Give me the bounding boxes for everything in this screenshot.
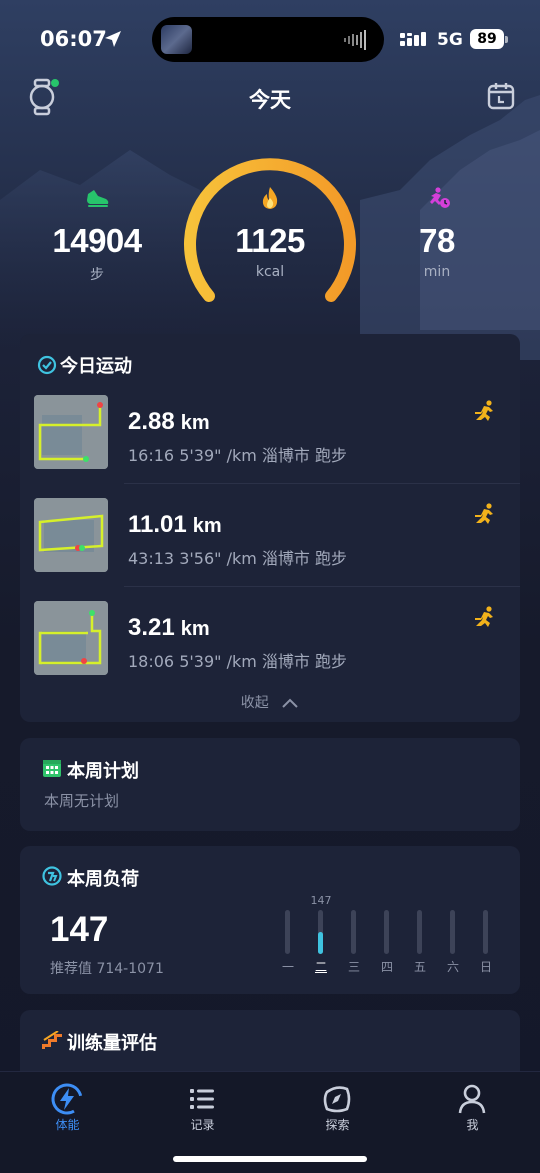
weekly-load-card[interactable]: 本周负荷 147 推荐值 714-1071 一 147 二 三 四 五 六 日 <box>20 846 520 994</box>
dynamic-island[interactable] <box>152 17 384 62</box>
volume-title: 训练量评估 <box>67 1033 157 1054</box>
location-arrow-icon <box>105 31 121 47</box>
load-day-label: 三 <box>347 960 360 974</box>
distance-value: 2.88 <box>128 408 175 435</box>
steps-unit: 步 <box>90 267 104 283</box>
page-title: 今天 <box>249 88 291 112</box>
load-day-label: 五 <box>413 960 426 974</box>
tab-label: 探索 <box>325 1118 350 1132</box>
distance-unit: km <box>192 515 222 537</box>
calories-unit: kcal <box>255 264 285 280</box>
load-bar-value-label: 147 <box>310 894 332 907</box>
check-circle-icon <box>37 355 57 375</box>
load-bar-track <box>450 910 455 954</box>
battery-indicator: 89 <box>470 29 504 49</box>
load-bar-track <box>318 910 323 954</box>
status-time: 06:07 <box>40 27 107 51</box>
tab-me[interactable]: 我 <box>405 1072 540 1142</box>
network-type: 5G <box>437 30 463 50</box>
load-bar-fill <box>318 932 323 954</box>
distance-value: 11.01 <box>128 511 187 538</box>
collapse-label: 收起 <box>240 695 269 711</box>
load-day-label: 二 <box>314 960 327 974</box>
route-map-thumbnail <box>34 498 108 572</box>
home-indicator[interactable] <box>173 1156 367 1162</box>
lightning-circle-icon <box>51 1083 83 1115</box>
activity-item[interactable]: 2.88 km 16:16 5'39" /km 淄博市 跑步 <box>20 386 520 486</box>
load-title: 本周负荷 <box>67 869 139 890</box>
compass-icon <box>323 1086 351 1113</box>
tab-fitness[interactable]: 体能 <box>0 1072 135 1142</box>
tab-label: 体能 <box>55 1118 80 1132</box>
weekly-plan-card[interactable]: 本周计划 本周无计划 <box>20 738 520 831</box>
cellular-signal-icon <box>400 32 426 46</box>
load-recommend: 推荐值 714-1071 <box>50 961 164 977</box>
minutes-unit: min <box>423 264 451 280</box>
activity-item[interactable]: 11.01 km 43:13 3'56" /km 淄博市 跑步 <box>20 489 520 589</box>
load-day-label: 六 <box>446 960 459 974</box>
tab-explore[interactable]: 探索 <box>270 1072 405 1142</box>
list-icon <box>190 1089 214 1109</box>
route-map-thumbnail <box>34 601 108 675</box>
activity-distance: 2.88 km <box>128 408 210 436</box>
plan-empty-text: 本周无计划 <box>44 792 120 810</box>
activity-distance: 11.01 km <box>128 511 222 539</box>
weekly-load-chart: 一 147 二 三 四 五 六 日 <box>275 890 500 980</box>
today-activities-card: 今日运动 2.88 km 16:16 5'39" /km 淄博市 跑步 11.01… <box>20 334 520 722</box>
tab-label: 我 <box>466 1118 479 1132</box>
now-playing-artwork <box>161 25 192 54</box>
activity-meta: 43:13 3'56" /km 淄博市 跑步 <box>128 549 347 568</box>
load-day-label: 一 <box>281 960 294 974</box>
calendar-grid-icon <box>43 760 61 777</box>
steps-value: 14904 <box>52 222 142 259</box>
audio-wave-icon <box>344 30 366 50</box>
running-icon <box>475 606 493 627</box>
distance-unit: km <box>180 412 210 434</box>
calendar-icon[interactable] <box>486 81 516 111</box>
plan-title: 本周计划 <box>67 761 139 782</box>
battery-tip <box>505 36 508 43</box>
user-icon <box>458 1084 486 1114</box>
collapse-button[interactable]: 收起 <box>20 692 520 712</box>
load-bar-track <box>285 910 290 954</box>
activity-meta: 18:06 5'39" /km 淄博市 跑步 <box>128 652 347 671</box>
divider <box>124 586 520 587</box>
load-day-label: 日 <box>479 960 492 974</box>
load-bar-track <box>417 910 422 954</box>
load-day-label: 四 <box>380 960 393 974</box>
running-icon <box>475 400 493 421</box>
flame-icon <box>262 187 278 209</box>
tab-records[interactable]: 记录 <box>135 1072 270 1142</box>
divider <box>124 483 520 484</box>
today-title: 今日运动 <box>60 356 132 377</box>
shoe-icon <box>87 190 109 207</box>
status-bar: 06:07 5G 89 <box>0 0 540 80</box>
distance-unit: km <box>180 618 210 640</box>
running-timer-icon <box>430 187 450 208</box>
load-bar-track <box>351 910 356 954</box>
activity-distance: 3.21 km <box>128 614 210 642</box>
calories-value: 1125 <box>235 222 305 259</box>
tab-label: 记录 <box>190 1118 215 1132</box>
distance-value: 3.21 <box>128 614 175 641</box>
minutes-value: 78 <box>419 222 455 259</box>
route-map-thumbnail <box>34 395 108 469</box>
activity-item[interactable]: 3.21 km 18:06 5'39" /km 淄博市 跑步 <box>20 592 520 692</box>
load-bar-track <box>384 910 389 954</box>
load-value: 147 <box>50 910 109 949</box>
load-bar-track <box>483 910 488 954</box>
chevron-up-icon <box>282 698 298 708</box>
stairs-chart-icon <box>42 1031 62 1049</box>
activity-meta: 16:16 5'39" /km 淄博市 跑步 <box>128 446 347 465</box>
running-icon <box>475 503 493 524</box>
load-gauge-icon <box>42 866 62 886</box>
